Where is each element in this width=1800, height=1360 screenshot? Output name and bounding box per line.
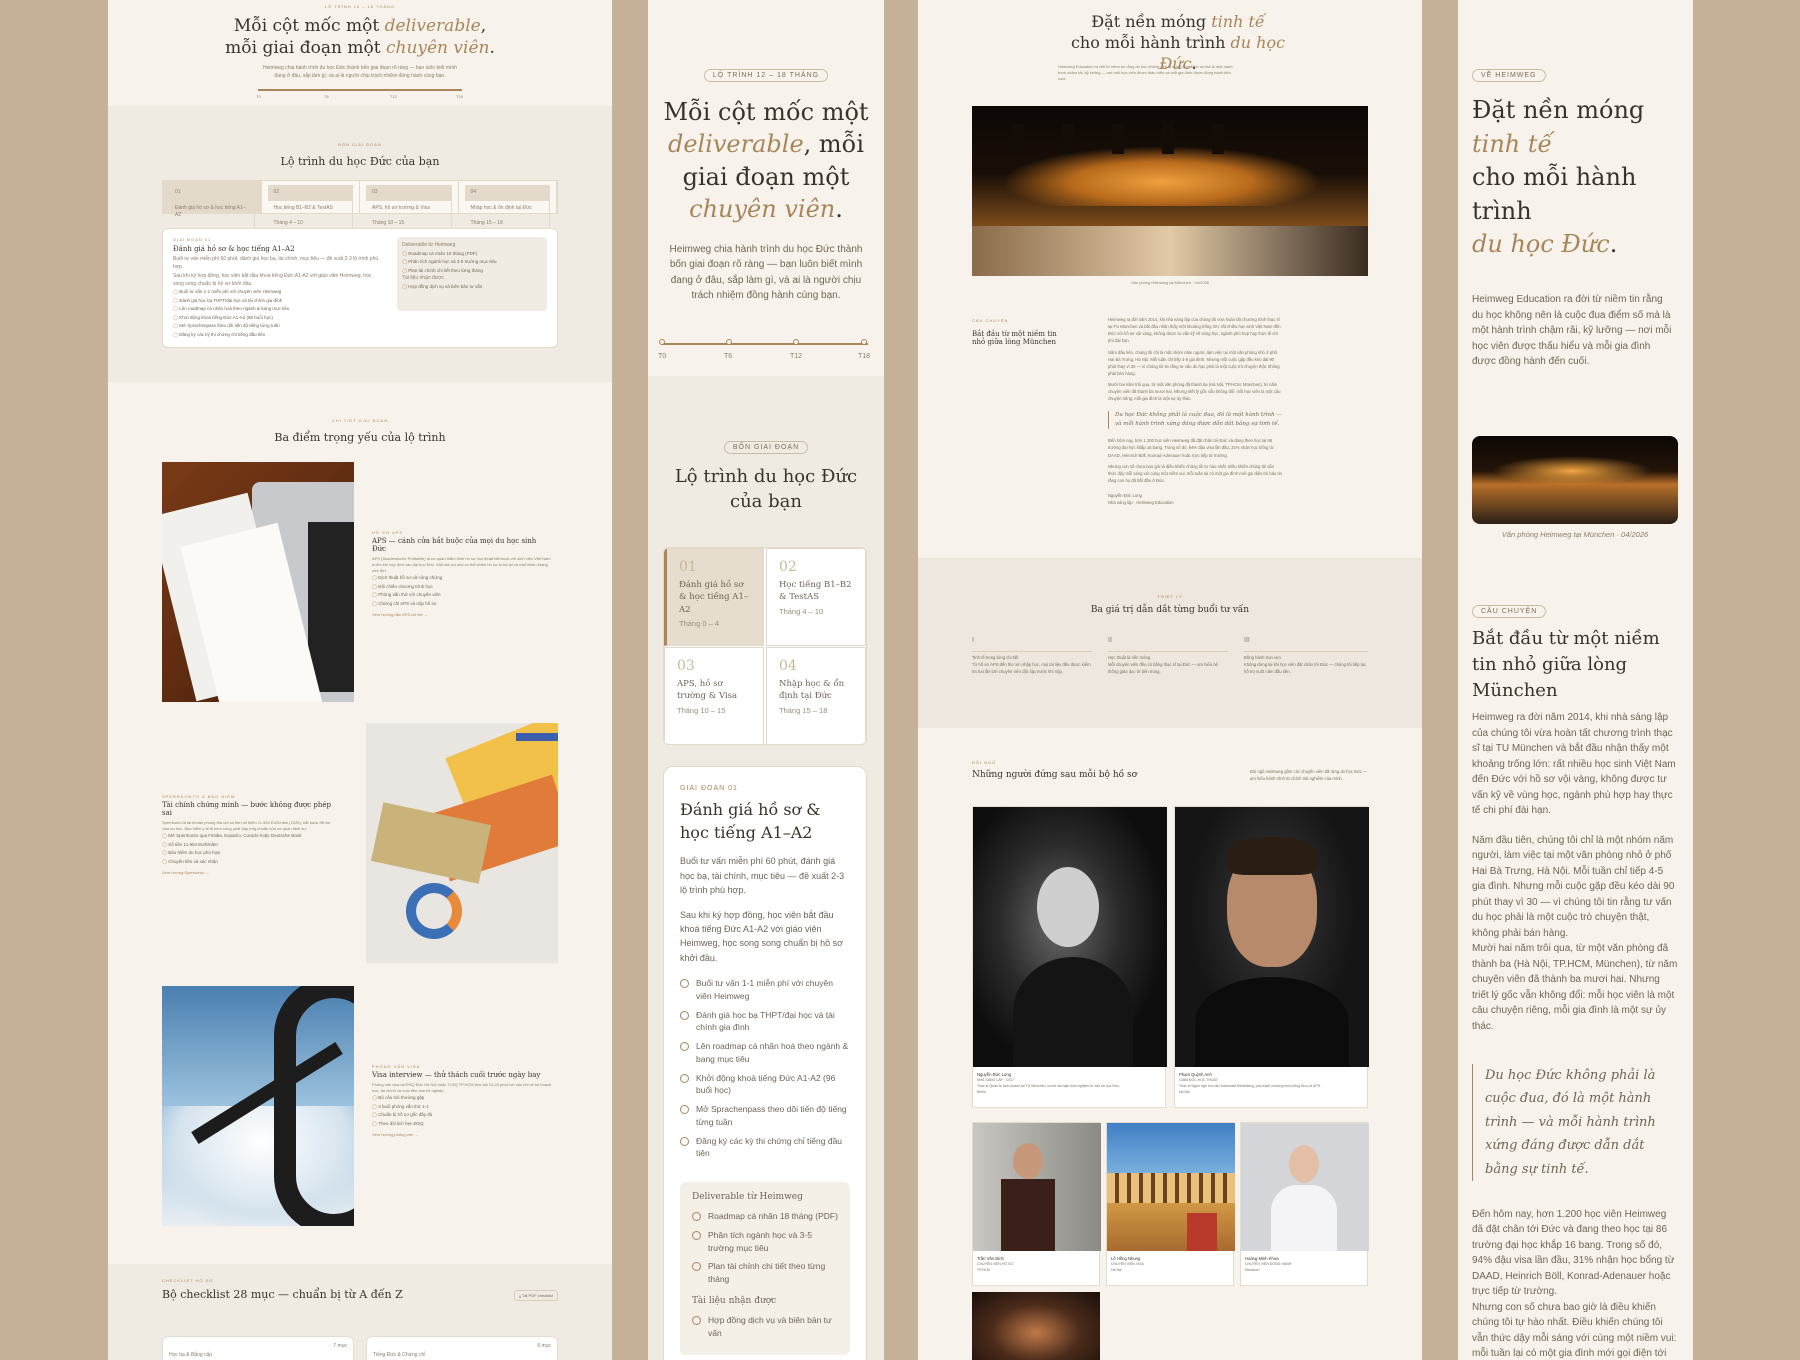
story-body: Heimweg ra đời năm 2014, khi nhà sáng lậ… xyxy=(1108,317,1282,506)
hero-section: LỘ TRÌNH 12 – 18 THÁNG Mỗi cột mốc một d… xyxy=(108,0,612,106)
tab-stage-4[interactable]: 04 Nhập học & ổn định tại Đức Tháng 15 – 1… xyxy=(459,181,557,232)
office-caption: Văn phòng Heimweg tại München · 04/2026 xyxy=(1130,280,1210,285)
tab-stage-2[interactable]: 02 Học tiếng B1–B2 & TestAS Tháng 4 – 10 xyxy=(262,181,360,232)
stage-detail-card: GIAI ĐOẠN 01 Đánh giá hồ sơ & học tiếng … xyxy=(162,228,558,348)
portrait-photo-3 xyxy=(973,1123,1101,1251)
team-section: ĐỘI NGŨ Những người đứng sau mỗi bộ hồ s… xyxy=(918,728,1422,1360)
sperrkonto-link[interactable]: Xem hướng Sperrkonto → xyxy=(162,870,338,875)
page-about-mobile: VỀ HEIMWEG Đặt nền móng tinh tế cho mỗi h… xyxy=(1458,0,1693,1360)
visa-link[interactable]: Xem hướng phỏng vấn → xyxy=(372,1132,552,1137)
hero-title: Mỗi cột mốc một deliverable, mỗi giai đo… xyxy=(225,16,495,59)
mobile-story-pill: CÂU CHUYỆN xyxy=(1472,605,1547,618)
mobile-about-pill: VỀ HEIMWEG xyxy=(1472,69,1546,82)
mobile-hero-pill: LỘ TRÌNH 12 – 18 THÁNG xyxy=(703,69,829,82)
page-about-desktop: Đặt nền móng tinh tế cho mỗi hành trình d… xyxy=(918,0,1422,1360)
stages-title: Lộ trình du học Đức của bạn xyxy=(280,155,440,168)
deliverable-box: Deliverable từ Heimweg Roadmap cá nhân 1… xyxy=(397,237,547,311)
story-quote: Du học Đức không phải là cuộc đua, đó là… xyxy=(1108,410,1282,430)
stages-kicker: BỐN GIAI ĐOẠN xyxy=(338,142,382,147)
mobile-tab-stage-4[interactable]: 04 Nhập học & ổn định tại Đức Tháng 15 – 1… xyxy=(766,647,866,744)
checklist-card-1[interactable]: Học bạ & Bằng cấp 7 mục xyxy=(162,1336,354,1360)
portrait-photo-5 xyxy=(1241,1123,1369,1251)
portrait-photo-1 xyxy=(973,807,1167,1067)
page-roadmap-mobile: LỘ TRÌNH 12 – 18 THÁNG Mỗi cột mốc một de… xyxy=(648,0,884,1360)
point-visa: PHỎNG VẤN VISA Visa interview — thử thác… xyxy=(372,1064,552,1137)
about-hero: Đặt nền móng tinh tế cho mỗi hành trình d… xyxy=(918,0,1422,558)
points-section: CHI TIẾT GIAI ĐOẠN Ba điểm trọng yếu của… xyxy=(108,382,612,1264)
tick-t12: T12 xyxy=(390,94,397,99)
tick-t0: T0 xyxy=(256,94,261,99)
mobile-office-caption: Văn phòng Heimweg tại München · 04/2026 xyxy=(1501,530,1649,539)
points-kicker: CHI TIẾT GIAI ĐOẠN xyxy=(331,418,389,423)
team-title: Những người đứng sau mỗi bộ hồ sơ xyxy=(972,770,1138,780)
hero-desc: Heimweg chia hành trình du học Đức thành… xyxy=(262,65,458,79)
points-title: Ba điểm trọng yếu của lộ trình xyxy=(274,431,446,444)
checklist-section: CHECKLIST HỒ SƠ Bộ checklist 28 mục — ch… xyxy=(108,1264,612,1360)
mobile-hero-desc: Heimweg chia hành trình du học Đức thành… xyxy=(669,243,863,302)
mobile-stages-pill: BỐN GIAI ĐOẠN xyxy=(723,441,809,454)
portrait-photo-2 xyxy=(1175,807,1369,1067)
mobile-story-body: Heimweg ra đời năm 2014, khi nhà sáng lậ… xyxy=(1472,712,1678,1360)
portrait-photo-6 xyxy=(972,1292,1100,1360)
mobile-stage-detail: GIAI ĐOẠN 01 Đánh giá hồ sơ & học tiếng … xyxy=(663,766,867,1360)
mobile-detail-title: Đánh giá hồ sơ & học tiếng A1–A2 xyxy=(680,800,821,843)
stage-tabs: 01Đánh giá hồ sơ & học tiếng A1–A2Tháng … xyxy=(162,180,558,239)
team-card-1[interactable]: Nguyễn Đức Long NHÀ SÁNG LẬP · CEO Thạc sĩ… xyxy=(972,806,1167,1108)
mobile-stages-title: Lộ trình du học Đức của bạn xyxy=(674,466,858,513)
mobile-story-quote: Du học Đức không phải là cuộc đua, đó là… xyxy=(1472,1064,1678,1181)
mobile-tab-stage-1[interactable]: 01 Đánh giá hồ sơ & học tiếng A1–A2 Tháng … xyxy=(664,548,764,646)
office-photo xyxy=(972,106,1368,276)
checklist-card-2[interactable]: Tiếng Đức & Chứng chỉ 6 mục xyxy=(366,1336,558,1360)
timeline-bar xyxy=(258,89,462,91)
value-3: III Đồng hành trọn vẹn Không dừng lại khi … xyxy=(1244,637,1368,674)
detail-title: Đánh giá hồ sơ & học tiếng A1–A2 xyxy=(173,245,295,253)
tab-stage-3[interactable]: 03 APS, hồ sơ trường & Visa Tháng 10 – 15 xyxy=(360,181,459,232)
team-card-4[interactable]: Lê Hồng Nhung CHUYÊN VIÊN VISA Hà Nội xyxy=(1106,1122,1235,1286)
about-hero-desc: Heimweg Education ra đời từ niềm tin rằn… xyxy=(1058,64,1233,81)
checklist-title: Bộ checklist 28 mục — chuẩn bị từ A đến … xyxy=(162,1288,403,1301)
hero-kicker: LỘ TRÌNH 12 – 18 THÁNG xyxy=(324,4,396,9)
mobile-tab-stage-2[interactable]: 02 Học tiếng B1–B2 & TestAS Tháng 4 – 10 xyxy=(766,548,866,646)
point-aps: HỒ SƠ APS APS — cánh cửa bắt buộc của mọ… xyxy=(372,530,552,617)
tab-stage-1[interactable]: 01Đánh giá hồ sơ & học tiếng A1–A2Tháng … xyxy=(163,181,262,239)
euro-money-photo xyxy=(366,723,558,963)
building-photo xyxy=(1107,1123,1235,1251)
laptop-photo xyxy=(162,462,354,702)
mobile-about-desc: Heimweg Education ra đời từ niềm tin rằn… xyxy=(1472,294,1672,367)
values-title: Ba giá trị dẫn dắt từng buổi tư vấn xyxy=(1090,605,1250,615)
mobile-stages: BỐN GIAI ĐOẠN Lộ trình du học Đức của bạ… xyxy=(648,376,884,1360)
aps-link[interactable]: Xem hướng dẫn APS chi tiết → xyxy=(372,612,552,617)
page-roadmap-desktop: LỘ TRÌNH 12 – 18 THÁNG Mỗi cột mốc một d… xyxy=(108,0,612,1360)
mobile-office-photo xyxy=(1472,436,1678,524)
team-card-5[interactable]: Hoàng Minh Khoa CHUYÊN VIÊN ĐỒNG HÀNH Münc… xyxy=(1240,1122,1369,1286)
value-2: II Học thuật là nền móng Mỗi chuyên viên đ… xyxy=(1108,636,1228,675)
mobile-stage-grid: 01 Đánh giá hồ sơ & học tiếng A1–A2 Tháng … xyxy=(663,547,867,745)
mobile-hero: LỘ TRÌNH 12 – 18 THÁNG Mỗi cột mốc một de… xyxy=(648,0,884,376)
stages-section: BỐN GIAI ĐOẠN Lộ trình du học Đức của bạ… xyxy=(108,106,612,382)
mobile-tab-stage-3[interactable]: 03 APS, hồ sơ trường & Visa Tháng 10 – 15 xyxy=(664,647,764,744)
point-sperrkonto: SPERRKONTO & BẢO HIỂM Tài chính chứng mi… xyxy=(162,794,338,875)
mobile-story-title: Bắt đầu từ một niềm tin nhỏ giữa lòng Mü… xyxy=(1472,628,1660,702)
detail-kicker: GIAI ĐOẠN 01 xyxy=(173,237,212,242)
tick-t18: T18 xyxy=(456,94,463,99)
team-card-2[interactable]: Phạm Quỳnh Anh GIÁM ĐỐC HỌC THUẬT Thạc sĩ … xyxy=(1174,806,1369,1108)
mobile-timeline-bar xyxy=(662,343,868,345)
tick-t6: T6 xyxy=(324,94,329,99)
story-title: Bắt đầu từ một niềm tin nhỏ giữa lòng Mü… xyxy=(972,330,1057,346)
mobile-deliverable-box: Deliverable từ Heimweg Roadmap cá nhân 1… xyxy=(680,1182,850,1356)
download-checklist-button[interactable]: ⤓ Tải PDF checklist xyxy=(514,1290,558,1301)
value-1: I Tinh tế trong từng chi tiết Từ hồ sơ APS… xyxy=(972,637,1092,674)
values-section: TRIẾT LÝ Ba giá trị dẫn dắt từng buổi tư… xyxy=(918,558,1422,728)
mobile-hero-title: Mỗi cột mốc một deliverable, mỗi giai đoạ… xyxy=(663,98,869,224)
airplane-photo xyxy=(162,986,354,1226)
team-card-3[interactable]: Trần Văn Bình CHUYÊN VIÊN HỒ SƠ TP.HCM xyxy=(972,1122,1101,1286)
mobile-about-title: Đặt nền móng tinh tế cho mỗi hành trình d… xyxy=(1472,96,1645,259)
